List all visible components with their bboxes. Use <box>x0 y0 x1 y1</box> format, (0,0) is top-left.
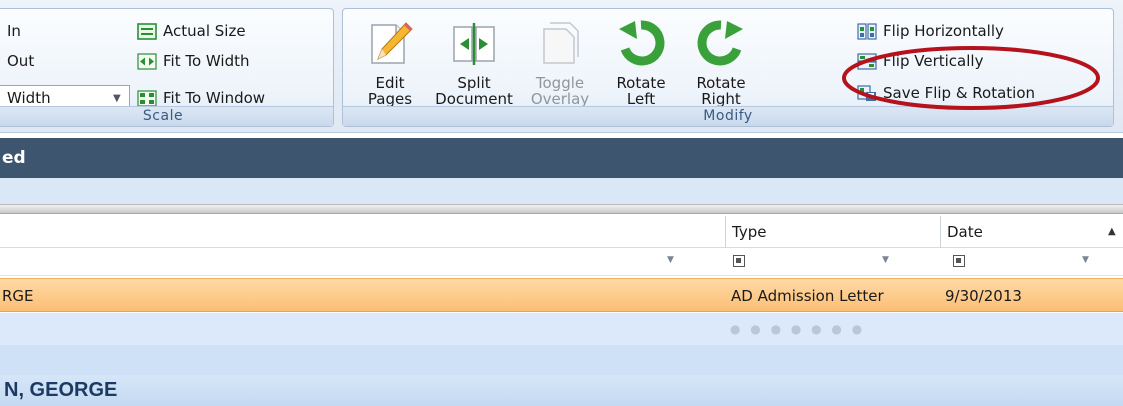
sort-ascending-icon[interactable]: ▲ <box>1108 226 1116 237</box>
group-row-header[interactable]: N, GEORGE <box>0 375 1123 406</box>
chevron-down-icon[interactable]: ▼ <box>667 255 674 265</box>
chevron-down-icon[interactable]: ▼ <box>113 93 121 104</box>
save-flip-rotation-label: Save Flip & Rotation <box>883 84 1036 102</box>
modify-group: Edit Pages Split Document Toggle Overlay <box>342 8 1114 127</box>
toggle-overlay-icon <box>543 22 579 64</box>
group-row-label: N, GEORGE <box>4 379 118 401</box>
fit-to-window-icon <box>137 89 157 107</box>
zoom-in-button[interactable]: In <box>7 19 21 43</box>
toggle-overlay-button[interactable]: Toggle Overlay <box>520 15 600 115</box>
cell-name: RGE <box>2 287 34 305</box>
table-row-selected[interactable]: RGE AD Admission Letter 9/30/2013 <box>0 278 1123 312</box>
zoom-out-label: Out <box>7 52 35 70</box>
type-filter-operator-icon[interactable] <box>733 255 745 267</box>
group-by-band <box>0 178 1123 204</box>
grid-header: Type Date ▲ <box>0 216 1123 248</box>
cell-date: 9/30/2013 <box>945 287 1022 305</box>
panel-title: ed <box>2 148 26 168</box>
edit-pages-label: Edit Pages <box>367 74 413 108</box>
actual-size-label: Actual Size <box>163 22 246 40</box>
fit-to-width-icon <box>137 52 157 70</box>
flip-vertically-button[interactable]: Flip Vertically <box>857 49 983 73</box>
rotate-left-button[interactable]: Rotate Left <box>603 15 679 115</box>
rotate-left-label: Rotate Left <box>616 74 666 108</box>
zoom-in-label: In <box>7 22 21 40</box>
fit-to-width-label: Fit To Width <box>163 52 250 70</box>
cell-type: AD Admission Letter <box>731 287 884 305</box>
scale-group-label: Scale <box>0 106 333 126</box>
rotate-right-icon <box>697 20 743 66</box>
split-document-button[interactable]: Split Document <box>432 15 516 115</box>
splitter-bar[interactable] <box>0 204 1123 214</box>
column-header-date[interactable]: Date <box>941 216 983 248</box>
save-flip-rotation-button[interactable]: Save Flip & Rotation <box>857 81 1035 105</box>
drag-handle-dots: ● ● ● ● ● ● ● <box>730 322 866 336</box>
ribbon-toolbar: In Out Width ▼ Actual Size Fit To Width <box>0 0 1123 133</box>
edit-pages-button[interactable]: Edit Pages <box>353 15 427 115</box>
rotate-right-label: Rotate Right <box>696 74 746 108</box>
zoom-out-button[interactable]: Out <box>7 49 34 73</box>
filter-row: ▼ ▼ ▼ <box>0 248 1123 276</box>
actual-size-button[interactable]: Actual Size <box>137 19 246 43</box>
fit-to-window-label: Fit To Window <box>163 89 266 107</box>
edit-pages-icon <box>371 22 413 64</box>
chevron-down-icon[interactable]: ▼ <box>1082 255 1089 265</box>
split-document-icon <box>453 23 495 65</box>
chevron-down-icon[interactable]: ▼ <box>882 255 889 265</box>
table-row[interactable] <box>0 345 1123 375</box>
flip-vertically-icon <box>857 52 877 70</box>
column-header-type[interactable]: Type <box>726 216 766 248</box>
flip-horizontally-label: Flip Horizontally <box>883 22 1004 40</box>
date-filter-operator-icon[interactable] <box>953 255 965 267</box>
split-document-label: Split Document <box>435 74 513 108</box>
actual-size-icon <box>137 22 157 40</box>
table-row[interactable]: ● ● ● ● ● ● ● <box>0 313 1123 345</box>
scale-group: In Out Width ▼ Actual Size Fit To Width <box>0 8 334 127</box>
save-flip-rotation-icon <box>857 84 876 101</box>
modify-group-label: Modify <box>343 106 1113 126</box>
fit-to-width-button[interactable]: Fit To Width <box>137 49 250 73</box>
flip-vertically-label: Flip Vertically <box>883 52 984 70</box>
rotate-right-button[interactable]: Rotate Right <box>683 15 759 115</box>
flip-horizontally-icon <box>857 22 877 40</box>
panel-title-bar: ed <box>0 138 1123 178</box>
toggle-overlay-label: Toggle Overlay <box>530 74 590 108</box>
zoom-mode-text: Width <box>7 89 51 107</box>
rotate-left-icon <box>619 20 665 66</box>
flip-horizontally-button[interactable]: Flip Horizontally <box>857 19 1004 43</box>
